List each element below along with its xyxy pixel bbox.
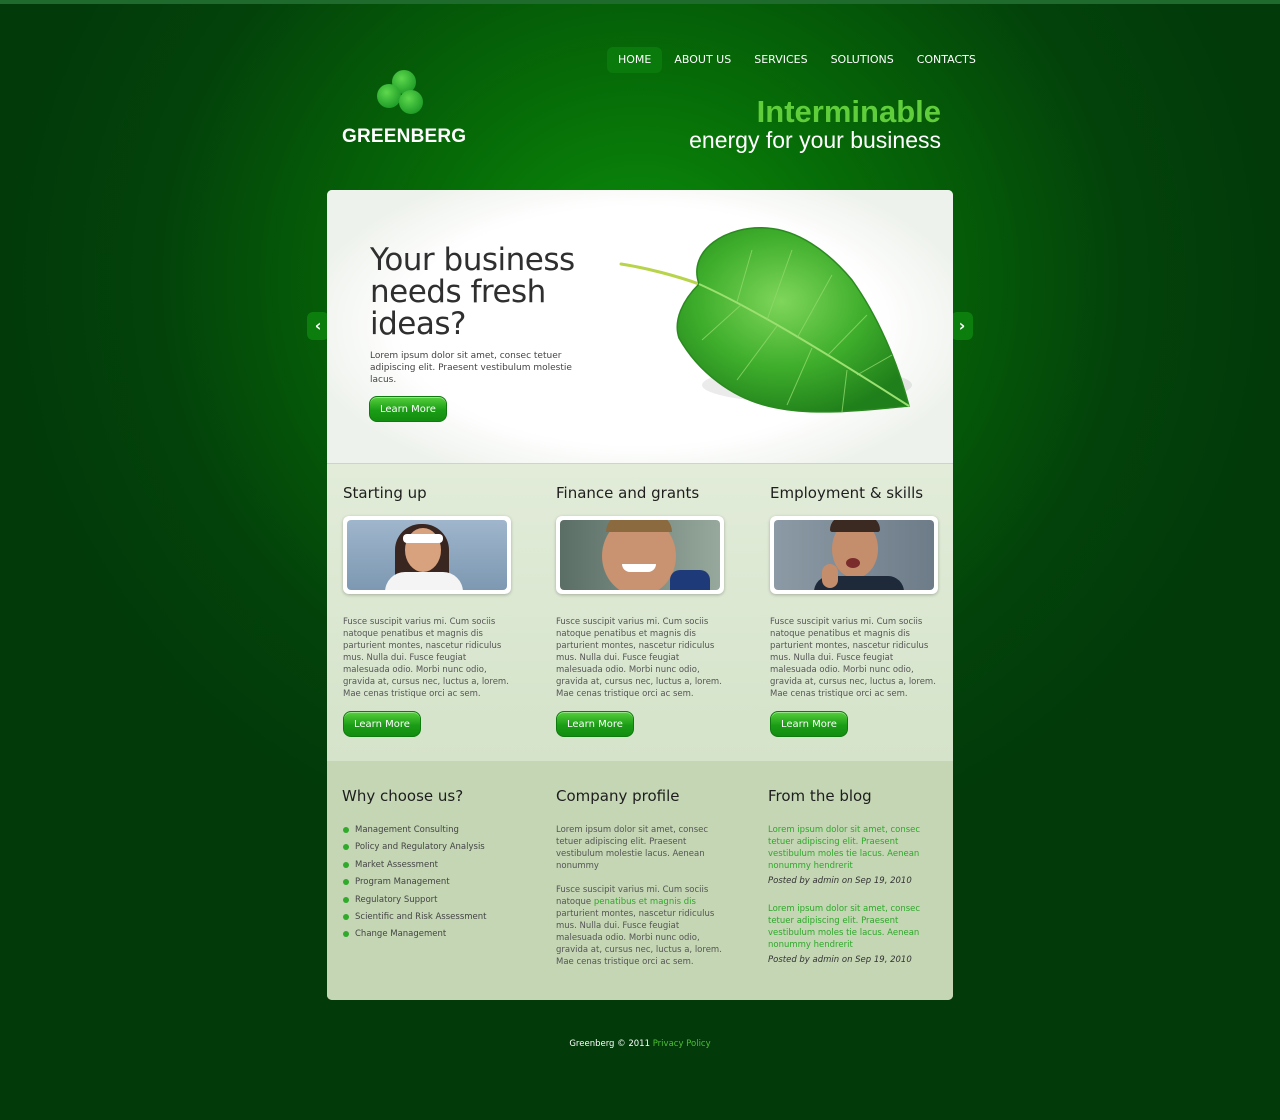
slider-next-button[interactable]: › bbox=[951, 312, 973, 340]
brand-name: GREENBERG bbox=[342, 126, 467, 147]
person-photo-man-smiling bbox=[560, 520, 720, 590]
leaf-image bbox=[619, 227, 912, 413]
why-list-item[interactable]: Change Management bbox=[342, 928, 517, 945]
chevron-right-icon: › bbox=[958, 316, 966, 335]
hero-text: Lorem ipsum dolor sit amet, consec tetue… bbox=[370, 351, 572, 385]
why-list-item[interactable]: Regulatory Support bbox=[342, 894, 517, 911]
company-profile: Company profile Lorem ipsum dolor sit am… bbox=[556, 761, 726, 968]
person-photo-woman bbox=[347, 520, 507, 590]
why-list: Management Consulting Policy and Regulat… bbox=[342, 824, 517, 946]
blog-title: From the blog bbox=[768, 787, 872, 805]
why-list-item[interactable]: Program Management bbox=[342, 876, 517, 893]
privacy-policy-link[interactable]: Privacy Policy bbox=[653, 1039, 711, 1049]
blog-post-meta: Posted by admin on Sep 19, 2010 bbox=[768, 955, 912, 965]
service-text: Fusce suscipit varius mi. Cum sociis nat… bbox=[343, 617, 509, 699]
chevron-left-icon: ‹ bbox=[314, 316, 322, 335]
from-the-blog: From the blog Lorem ipsum dolor sit amet… bbox=[768, 761, 933, 966]
logo-mark-dot bbox=[377, 84, 401, 108]
profile-text-2: Fusce suscipit varius mi. Cum sociis nat… bbox=[556, 884, 726, 968]
service-title: Finance and grants bbox=[556, 484, 700, 502]
slider-prev-button[interactable]: ‹ bbox=[307, 312, 329, 340]
why-list-item[interactable]: Policy and Regulatory Analysis bbox=[342, 841, 517, 858]
hero-learn-more-button[interactable]: Learn More bbox=[369, 396, 447, 422]
service-column: Starting up Fusce suscipit varius mi. Cu… bbox=[343, 464, 513, 737]
blog-post-meta: Posted by admin on Sep 19, 2010 bbox=[768, 876, 912, 886]
blog-post-link[interactable]: Lorem ipsum dolor sit amet, consec tetue… bbox=[768, 824, 933, 872]
service-title: Starting up bbox=[343, 484, 427, 502]
profile-link[interactable]: penatibus et magnis dis bbox=[594, 897, 696, 907]
service-learn-more-button[interactable]: Learn More bbox=[556, 711, 634, 737]
service-column: Employment & skills Fusce suscipit variu… bbox=[770, 464, 940, 737]
person-photo-man-pointing bbox=[774, 520, 934, 590]
profile-text-end: parturient montes, nascetur ridiculus mu… bbox=[556, 909, 722, 967]
nav-item-solutions[interactable]: SOLUTIONS bbox=[820, 47, 905, 73]
info-section: Why choose us? Management Consulting Pol… bbox=[327, 761, 953, 1000]
tagline: Interminable energy for your business bbox=[689, 94, 941, 153]
service-photo bbox=[770, 516, 938, 594]
logo-mark-dot bbox=[399, 90, 423, 114]
why-list-item[interactable]: Scientific and Risk Assessment bbox=[342, 911, 517, 928]
why-list-item[interactable]: Management Consulting bbox=[342, 824, 517, 841]
hero-title: Your business needs fresh ideas? bbox=[370, 242, 575, 342]
service-column: Finance and grants Fusce suscipit varius… bbox=[556, 464, 726, 737]
footer-copyright: Greenberg © 2011 bbox=[569, 1039, 650, 1049]
footer: Greenberg © 2011 Privacy Policy bbox=[0, 1039, 1280, 1049]
profile-text: Lorem ipsum dolor sit amet, consec tetue… bbox=[556, 825, 709, 871]
nav-item-contacts[interactable]: CONTACTS bbox=[906, 47, 987, 73]
why-title: Why choose us? bbox=[342, 787, 464, 805]
main-card: Your business needs fresh ideas? Lorem i… bbox=[327, 190, 953, 1000]
service-title: Employment & skills bbox=[770, 484, 924, 502]
why-list-item[interactable]: Market Assessment bbox=[342, 859, 517, 876]
blog-post-link[interactable]: Lorem ipsum dolor sit amet, consec tetue… bbox=[768, 903, 933, 951]
hero-slider: Your business needs fresh ideas? Lorem i… bbox=[327, 190, 953, 463]
profile-title: Company profile bbox=[556, 787, 680, 805]
nav-item-services[interactable]: SERVICES bbox=[743, 47, 818, 73]
why-choose-us: Why choose us? Management Consulting Pol… bbox=[342, 761, 517, 946]
tagline-headline: Interminable bbox=[756, 94, 941, 129]
service-photo bbox=[343, 516, 511, 594]
service-learn-more-button[interactable]: Learn More bbox=[343, 711, 421, 737]
service-text: Fusce suscipit varius mi. Cum sociis nat… bbox=[556, 617, 722, 699]
nav-item-home[interactable]: HOME bbox=[607, 47, 663, 73]
logo[interactable]: GREENBERG bbox=[340, 68, 467, 153]
top-bar bbox=[0, 0, 1280, 4]
services-section: Starting up Fusce suscipit varius mi. Cu… bbox=[327, 463, 953, 761]
main-nav: HOME ABOUT US SERVICES SOLUTIONS CONTACT… bbox=[607, 47, 988, 73]
service-text: Fusce suscipit varius mi. Cum sociis nat… bbox=[770, 617, 936, 699]
tagline-subline: energy for your business bbox=[689, 127, 941, 153]
service-photo bbox=[556, 516, 724, 594]
nav-item-about-us[interactable]: ABOUT US bbox=[663, 47, 742, 73]
service-learn-more-button[interactable]: Learn More bbox=[770, 711, 848, 737]
